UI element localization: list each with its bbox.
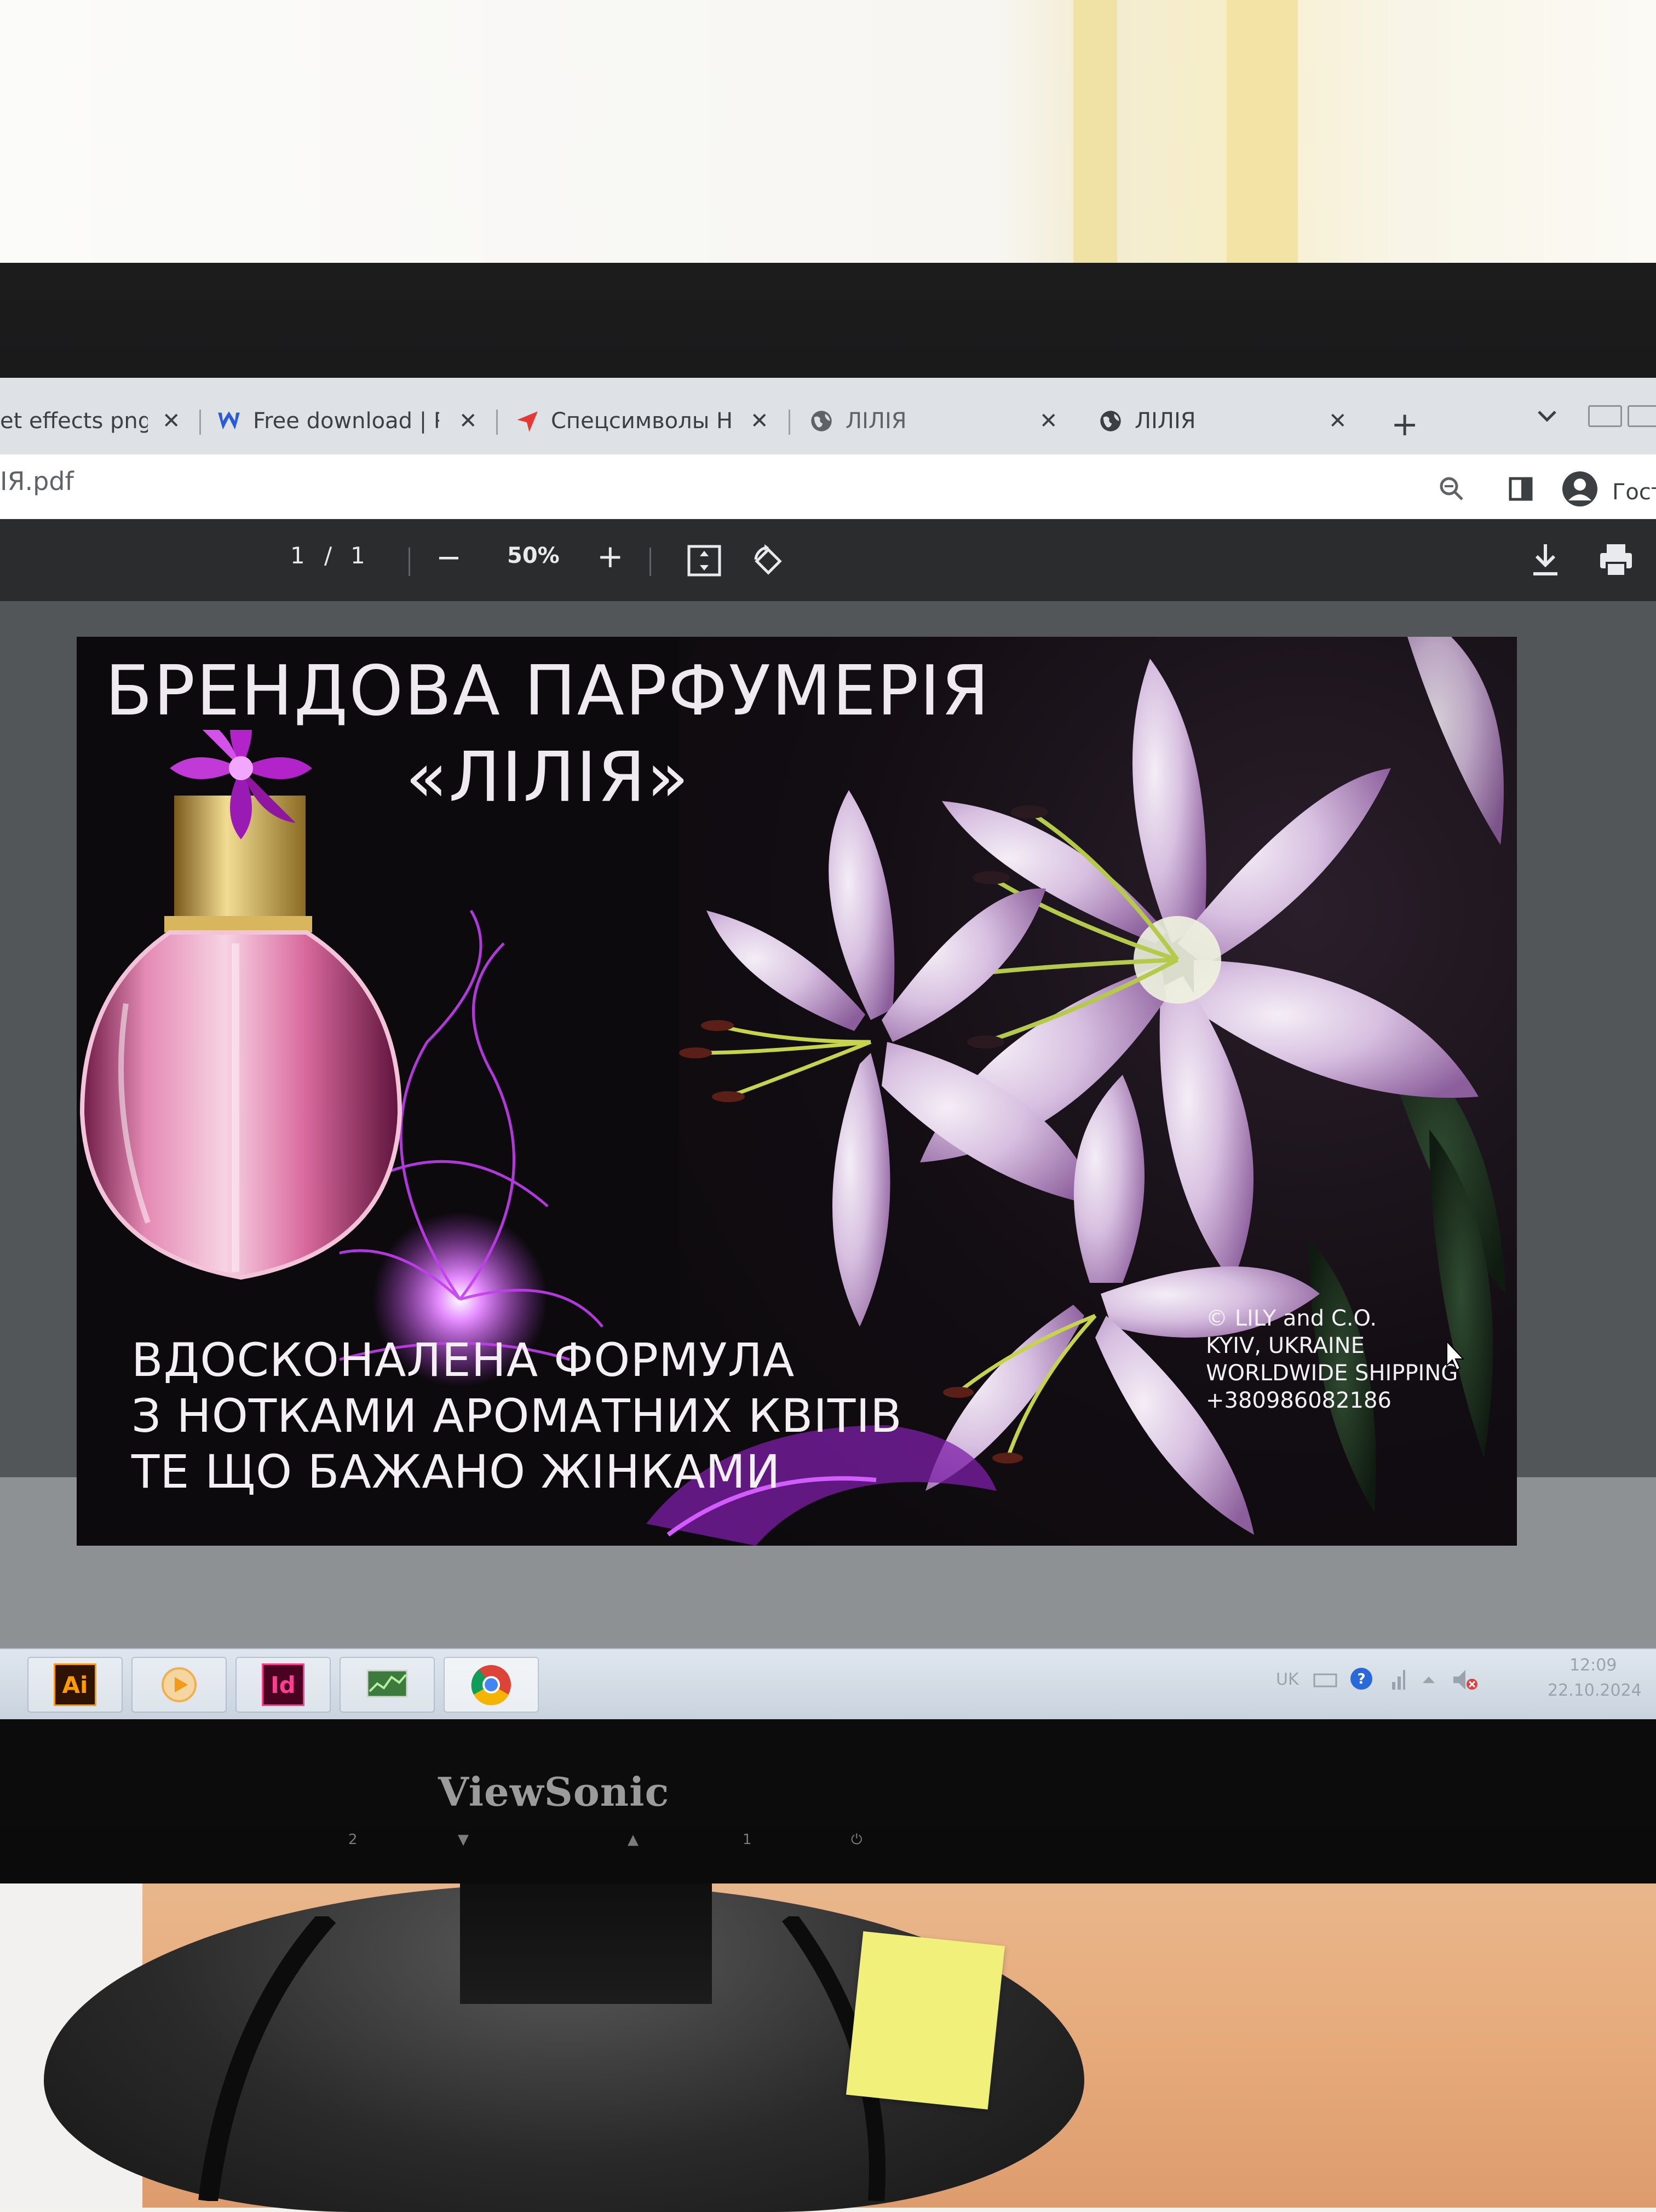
toolbar-separator bbox=[649, 548, 651, 576]
language-indicator[interactable]: UK bbox=[1276, 1670, 1299, 1689]
page-separator: / bbox=[324, 542, 332, 569]
taskbar-app-chrome[interactable] bbox=[444, 1657, 539, 1713]
slogan-line: ВДОСКОНАЛЕНА ФОРМУЛА bbox=[131, 1333, 795, 1387]
taskbar-app-illustrator[interactable]: Ai bbox=[27, 1657, 123, 1713]
close-tab-icon[interactable]: ✕ bbox=[162, 408, 181, 434]
red-arrow-icon bbox=[517, 411, 538, 432]
task-manager-icon bbox=[366, 1669, 408, 1698]
monitor-brand-logo: ViewSonic bbox=[438, 1769, 670, 1815]
rotate-icon[interactable] bbox=[750, 543, 786, 579]
tab-separator bbox=[789, 410, 790, 435]
keyboard-icon[interactable] bbox=[1313, 1672, 1337, 1689]
tab-title: Спецсимволы HTI bbox=[551, 408, 732, 434]
taskbar-app-media-player[interactable] bbox=[131, 1657, 227, 1713]
zoom-out-button[interactable]: − bbox=[436, 540, 462, 575]
restore-window-icon[interactable] bbox=[1628, 405, 1656, 427]
poster-contacts: © LILY and C.O. KYIV, UKRAINE WORLDWIDE … bbox=[1206, 1305, 1458, 1414]
toolbar-separator bbox=[409, 548, 410, 576]
tab-search-chevron-icon[interactable] bbox=[1533, 405, 1561, 427]
contact-line: KYIV, UKRAINE bbox=[1206, 1333, 1365, 1358]
poster-slogan: ВДОСКОНАЛЕНА ФОРМУЛА З НОТКАМИ АРОМАТНИХ… bbox=[131, 1332, 902, 1500]
contact-line: WORLDWIDE SHIPPING bbox=[1206, 1361, 1458, 1386]
fit-page-icon[interactable] bbox=[687, 544, 722, 577]
zoom-out-magnifier-icon[interactable] bbox=[1438, 475, 1465, 503]
pdf-toolbar bbox=[0, 519, 1656, 601]
close-tab-icon[interactable]: ✕ bbox=[1329, 408, 1347, 434]
contact-line: © LILY and C.O. bbox=[1206, 1306, 1377, 1331]
browser-tab[interactable]: Free download | Pu ✕ bbox=[217, 399, 491, 443]
monitor-button-up[interactable]: ▲ bbox=[628, 1831, 639, 1848]
globe-icon bbox=[811, 411, 832, 431]
monitor-screen: et effects png - ✕ Free download | Pu ✕ … bbox=[0, 378, 1656, 1719]
slogan-line: ТЕ ЩО БАЖАНО ЖІНКАМИ bbox=[131, 1445, 781, 1499]
close-tab-icon[interactable]: ✕ bbox=[1039, 408, 1058, 434]
browser-tab[interactable]: Спецсимволы HTI ✕ bbox=[515, 399, 778, 443]
taskbar-app-task-manager[interactable] bbox=[340, 1657, 435, 1713]
monitor-power-button[interactable]: ⏻ bbox=[851, 1831, 863, 1848]
taskbar-app-indesign[interactable]: Id bbox=[235, 1657, 331, 1713]
poster-title-line: БРЕНДОВА ПАРФУМЕРІЯ bbox=[105, 650, 991, 731]
page-number-input[interactable]: 1 bbox=[290, 542, 305, 569]
close-tab-icon[interactable]: ✕ bbox=[459, 408, 478, 434]
sticky-note bbox=[846, 1931, 1005, 2110]
page-total: 1 bbox=[350, 542, 365, 569]
profile-label[interactable]: Гост bbox=[1612, 480, 1656, 505]
w-logo-icon bbox=[218, 411, 240, 430]
close-tab-icon[interactable]: ✕ bbox=[750, 408, 769, 434]
monitor-button-1[interactable]: 1 bbox=[743, 1831, 752, 1848]
zoom-in-button[interactable]: + bbox=[597, 538, 624, 575]
clock-date[interactable]: 22.10.2024 bbox=[1548, 1681, 1642, 1700]
poster-title-line: «ЛІЛІЯ» bbox=[405, 736, 690, 817]
url-text[interactable]: ІЯ.pdf bbox=[0, 466, 74, 496]
media-player-icon bbox=[162, 1667, 197, 1702]
illustrator-icon: Ai bbox=[54, 1663, 96, 1706]
globe-icon bbox=[1100, 411, 1121, 431]
indesign-icon: Id bbox=[262, 1663, 304, 1706]
profile-avatar-icon[interactable] bbox=[1561, 470, 1599, 508]
side-panel-icon[interactable] bbox=[1507, 475, 1534, 503]
help-icon[interactable]: ? bbox=[1349, 1667, 1373, 1691]
volume-muted-icon[interactable] bbox=[1451, 1668, 1479, 1692]
tray-expand-icon[interactable] bbox=[1421, 1673, 1437, 1686]
address-bar bbox=[0, 454, 1656, 520]
tab-title: Free download | Pu bbox=[253, 408, 439, 434]
monitor-button-2[interactable]: 2 bbox=[348, 1831, 358, 1848]
tab-title: ЛІЛІЯ bbox=[1135, 408, 1196, 434]
print-icon[interactable] bbox=[1598, 542, 1634, 578]
browser-tab[interactable]: ЛІЛІЯ ✕ bbox=[809, 399, 1083, 443]
slogan-line: З НОТКАМИ АРОМАТНИХ КВІТІВ bbox=[131, 1389, 902, 1443]
network-icon[interactable] bbox=[1390, 1667, 1406, 1692]
download-icon[interactable] bbox=[1529, 542, 1562, 578]
minimize-window-icon[interactable] bbox=[1588, 405, 1622, 427]
tab-separator bbox=[496, 410, 498, 435]
tab-title: et effects png - bbox=[0, 408, 148, 434]
browser-tab[interactable]: ЛІЛІЯ ✕ bbox=[1099, 399, 1372, 443]
monitor-button-down[interactable]: ▼ bbox=[458, 1831, 469, 1848]
zoom-level[interactable]: 50% bbox=[507, 543, 560, 568]
contact-line: +380986082186 bbox=[1206, 1388, 1392, 1413]
browser-tab[interactable]: et effects png - ✕ bbox=[0, 399, 186, 443]
tab-title: ЛІЛІЯ bbox=[846, 408, 907, 434]
pdf-page: БРЕНДОВА ПАРФУМЕРІЯ «ЛІЛІЯ» ВДОСКОНАЛЕНА… bbox=[77, 637, 1517, 1546]
new-tab-button[interactable]: + bbox=[1391, 405, 1418, 443]
svg-text:?: ? bbox=[1357, 1671, 1365, 1687]
mouse-cursor-icon bbox=[1446, 1340, 1465, 1371]
poster-title: БРЕНДОВА ПАРФУМЕРІЯ «ЛІЛІЯ» bbox=[104, 648, 991, 820]
clock-time[interactable]: 12:09 bbox=[1569, 1656, 1617, 1675]
tab-separator bbox=[199, 410, 201, 435]
chrome-icon bbox=[471, 1665, 511, 1706]
